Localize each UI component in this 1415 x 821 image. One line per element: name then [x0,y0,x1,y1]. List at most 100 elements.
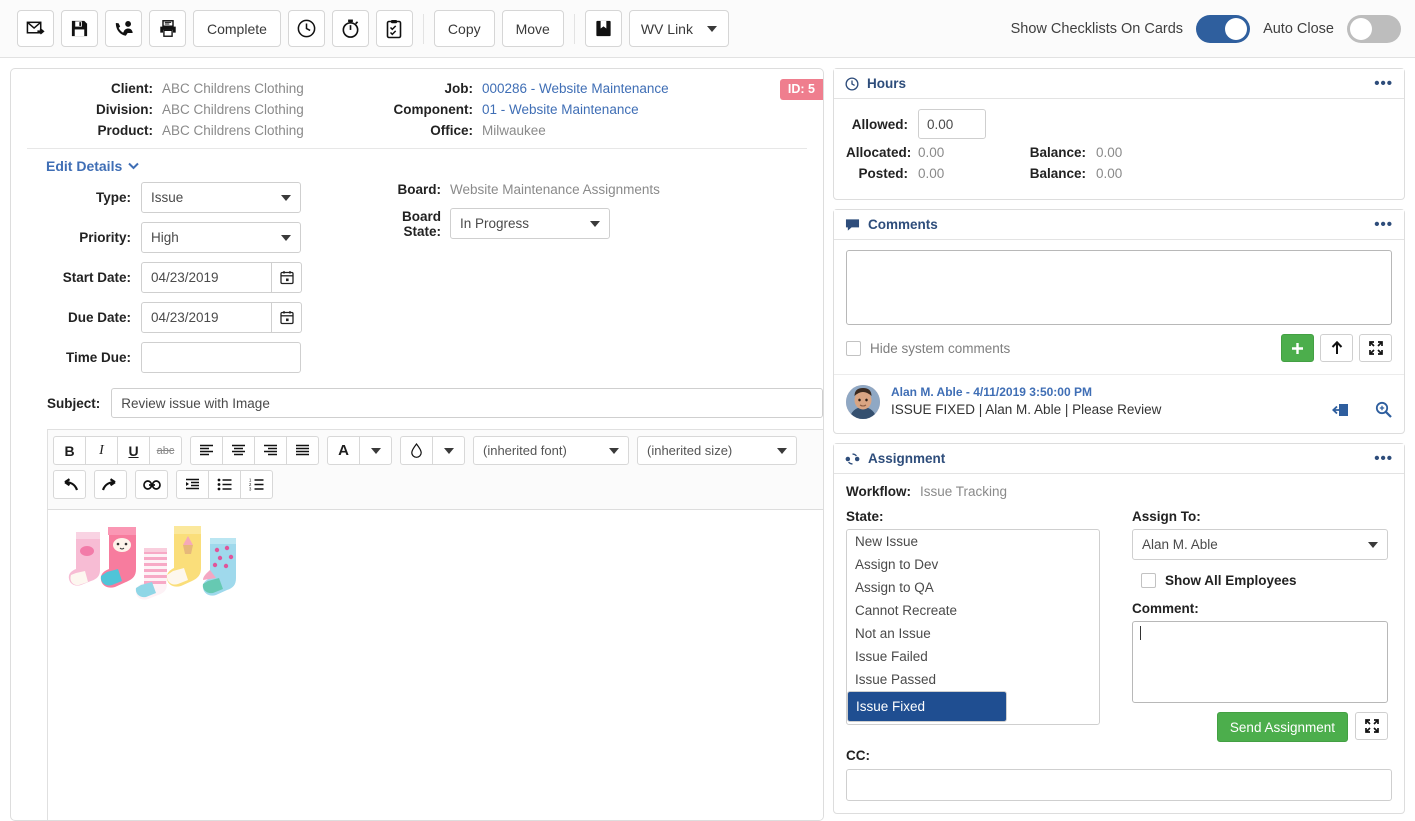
magnifier-icon[interactable] [1375,401,1392,421]
comment-input[interactable] [846,250,1392,325]
subject-input[interactable]: Review issue with Image [111,388,823,418]
font-family-select[interactable]: (inherited font) [473,436,629,465]
subject-label: Subject: [47,395,101,411]
print-button[interactable] [149,10,186,47]
comments-panel: Comments ••• Hide system comments Alan M… [833,209,1405,434]
state-option-not-an-issue[interactable]: Not an Issue [847,622,1099,645]
cc-input[interactable] [846,769,1392,801]
bullet-list-button[interactable] [208,470,241,499]
complete-button[interactable]: Complete [193,10,281,47]
state-option-cannot-recreate[interactable]: Cannot Recreate [847,599,1099,622]
contact-button[interactable] [105,10,142,47]
copy-button[interactable]: Copy [433,10,495,47]
state-option-assign-to-qa[interactable]: Assign to QA [847,576,1099,599]
board-state-select[interactable]: In Progress [450,208,610,239]
bold-button[interactable]: B [53,436,86,465]
info-column-left: Client: ABC Childrens Clothing Division:… [73,81,355,138]
auto-close-toggle[interactable] [1347,14,1401,43]
link-group [135,470,168,499]
info-column-right: Job: 000286 - Website Maintenance Compon… [355,81,669,138]
right-column: Hours ••• Allowed: 0.00 Allocated: 0.00 … [833,68,1405,821]
edit-details-toggle[interactable]: Edit Details [11,149,139,174]
assignment-panel-menu[interactable]: ••• [1374,451,1393,466]
redo-button[interactable] [94,470,127,499]
start-date-picker-button[interactable] [272,262,302,293]
due-date-input[interactable]: 04/23/2019 [141,302,272,333]
link-button[interactable] [135,470,168,499]
checklist-button[interactable] [375,10,413,47]
back-color-dropdown[interactable] [432,436,465,465]
expand-comments-button[interactable] [1359,334,1392,362]
reply-icon[interactable] [1331,402,1349,421]
start-date-input[interactable]: 04/23/2019 [141,262,272,293]
assign-to-label: Assign To: [1132,509,1201,524]
clock-button[interactable] [287,10,325,47]
rich-text-editor: B I U abc A (inherited font) (inherited … [47,429,823,820]
back-color-button[interactable] [400,436,433,465]
state-option-issue-fixed[interactable]: Issue Fixed [847,691,1007,722]
state-option-issue-passed[interactable]: Issue Passed [847,668,1099,691]
component-link[interactable]: 01 - Website Maintenance [482,102,639,117]
align-right-icon [264,444,277,456]
fields-column-left: Type: Issue Priority: High Start Date: 0… [11,182,348,382]
workflow-label: Workflow: [846,484,911,499]
undo-button[interactable] [53,470,86,499]
align-left-button[interactable] [190,436,223,465]
cc-label: CC: [846,748,870,763]
toolbar-primary-actions: Complete [17,10,413,47]
svg-text:3: 3 [249,487,252,492]
comments-panel-menu[interactable]: ••• [1374,217,1393,232]
strikethrough-button[interactable]: abc [149,436,182,465]
align-center-button[interactable] [222,436,255,465]
send-assignment-button[interactable]: Send Assignment [1216,712,1348,742]
numbered-list-button[interactable]: 123 [240,470,273,499]
add-comment-button[interactable] [1281,334,1314,362]
due-date-picker-button[interactable] [272,302,302,333]
bookmark-button[interactable] [584,10,622,47]
priority-select[interactable]: High [141,222,301,253]
fore-color-button[interactable]: A [327,436,360,465]
show-all-employees-label: Show All Employees [1165,573,1297,588]
upload-comment-button[interactable] [1320,334,1353,362]
align-left-icon [200,444,213,456]
assign-to-select[interactable]: Alan M. Able [1132,529,1388,560]
text-style-group: B I U abc [53,436,182,465]
hide-system-comments-checkbox[interactable] [846,340,861,356]
info-row-office: Office: Milwaukee [355,123,669,138]
show-checklists-toggle[interactable] [1196,14,1251,43]
hours-panel-menu[interactable]: ••• [1374,76,1393,91]
info-grid: Client: ABC Childrens Clothing Division:… [11,81,823,138]
indent-button[interactable] [176,470,209,499]
comments-panel-header: Comments ••• [834,210,1404,240]
toggle-knob [1225,17,1248,40]
editor-body[interactable] [47,510,823,820]
font-size-select[interactable]: (inherited size) [637,436,797,465]
division-label: Division: [95,102,153,117]
wv-link-dropdown[interactable]: WV Link [628,10,729,47]
time-due-input[interactable] [141,342,301,373]
save-button[interactable] [61,10,98,47]
state-option-assign-to-dev[interactable]: Assign to Dev [847,553,1099,576]
email-button[interactable] [17,10,54,47]
state-option-new-issue[interactable]: New Issue [847,530,1099,553]
type-select[interactable]: Issue [141,182,301,213]
italic-button[interactable]: I [85,436,118,465]
expand-assignment-button[interactable] [1355,712,1388,740]
redo-group [94,470,127,499]
state-option-issue-failed[interactable]: Issue Failed [847,645,1099,668]
show-all-employees-checkbox[interactable] [1141,573,1156,588]
comment-text: Alan M. Able - 4/11/2019 3:50:00 PM ISSU… [891,385,1161,417]
assignment-comment-input[interactable] [1132,621,1388,703]
state-listbox[interactable]: New Issue Assign to Dev Assign to QA Can… [846,529,1100,725]
align-right-button[interactable] [254,436,287,465]
time-due-label: Time Due: [65,350,131,365]
job-link[interactable]: 000286 - Website Maintenance [482,81,669,96]
undo-group [53,470,86,499]
align-justify-button[interactable] [286,436,319,465]
move-button[interactable]: Move [501,10,564,47]
editor-toolbar-row-2: 123 [53,470,819,499]
underline-button[interactable]: U [117,436,150,465]
allowed-input[interactable]: 0.00 [918,109,986,139]
fore-color-dropdown[interactable] [359,436,392,465]
timer-button[interactable] [331,10,369,47]
